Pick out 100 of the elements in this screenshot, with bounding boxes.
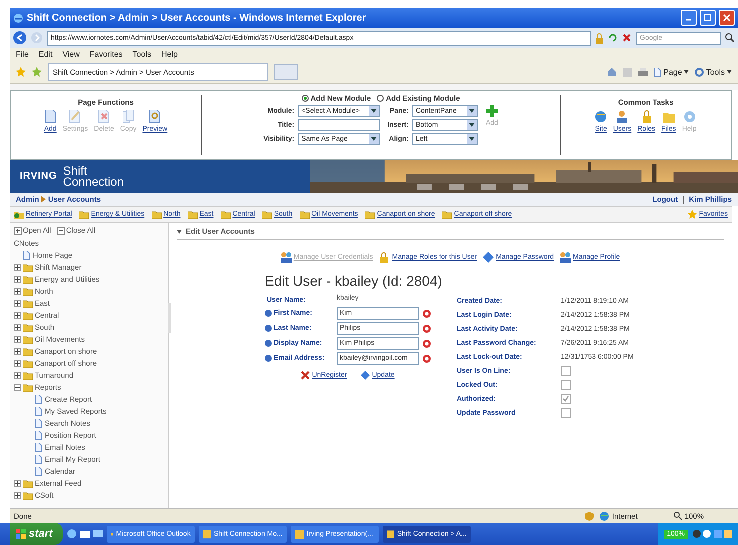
close-icon: [722, 13, 732, 23]
collapse-icon: [57, 226, 66, 234]
expander-icon[interactable]: [14, 336, 21, 342]
help-icon[interactable]: [265, 340, 272, 347]
check-icon: [563, 396, 569, 402]
delete-page-icon: [98, 110, 110, 124]
checkbox[interactable]: [561, 394, 571, 404]
back-icon[interactable]: [13, 31, 27, 45]
printer-icon[interactable]: [638, 68, 648, 76]
caret-icon: [727, 70, 732, 74]
minimize-button[interactable]: [681, 10, 697, 26]
folder-icon: [662, 110, 675, 124]
help-icon[interactable]: [265, 355, 272, 362]
start-button[interactable]: start: [10, 523, 63, 545]
page-icon: [654, 68, 662, 76]
expander-icon[interactable]: [14, 384, 21, 390]
search-icon[interactable]: [725, 33, 735, 43]
expander-icon[interactable]: [14, 264, 21, 270]
folder-icon: [220, 210, 231, 219]
zoom-icon: [674, 512, 682, 520]
caret-icon: [684, 70, 690, 74]
portal-icon: [14, 210, 24, 219]
lock-icon: [640, 110, 653, 124]
delete-icon: [301, 371, 310, 380]
checkbox[interactable]: [561, 408, 571, 418]
expander-icon[interactable]: [14, 288, 21, 294]
brand-name: Connection: [63, 176, 124, 188]
checkbox[interactable]: [561, 380, 571, 390]
users-icon: [560, 252, 572, 263]
caret-icon: [468, 123, 475, 127]
globe-icon: [595, 110, 608, 124]
logo: IRVING: [20, 171, 58, 182]
page-heading: Edit User - kbailey (Id: 2804): [265, 273, 444, 289]
checkbox[interactable]: [561, 366, 571, 376]
maximize-icon: [703, 13, 713, 23]
expander-icon[interactable]: [14, 276, 21, 282]
browser-icon: [13, 12, 24, 24]
window-title: Shift Connection > Admin > User Accounts - Windows Internet Explorer: [27, 12, 368, 24]
radio-button[interactable]: [302, 95, 309, 102]
star-icon: [688, 210, 698, 219]
users-icon: [616, 110, 628, 124]
windows-logo-icon: [16, 529, 26, 539]
plus-icon: [486, 105, 498, 117]
browser-icon[interactable]: [66, 529, 77, 539]
folder-icon: [79, 210, 90, 219]
menu-item[interactable]: Help: [161, 50, 178, 59]
caret-icon: [468, 109, 475, 113]
brand-name: Shift: [63, 166, 88, 176]
edit-page-icon: [69, 110, 82, 124]
maximize-button[interactable]: [700, 10, 716, 26]
magnifier-page-icon: [149, 110, 162, 124]
help-icon[interactable]: [265, 310, 272, 317]
input-field[interactable]: [298, 119, 380, 131]
caret-icon: [370, 109, 377, 113]
caret-icon: [177, 230, 182, 234]
lock-icon: [379, 252, 390, 263]
mail-icon[interactable]: [80, 529, 90, 539]
close-button[interactable]: [719, 10, 735, 26]
folder-icon: [188, 210, 198, 219]
star-icon[interactable]: [16, 67, 26, 77]
expander-icon[interactable]: [14, 492, 21, 498]
menu-item[interactable]: Favorites: [90, 50, 123, 59]
expander-icon[interactable]: [14, 348, 21, 354]
help-icon[interactable]: [265, 325, 272, 332]
menu-item[interactable]: View: [62, 50, 80, 59]
expander-icon[interactable]: [14, 312, 21, 318]
desktop-icon[interactable]: [92, 529, 103, 539]
caret-icon: [468, 137, 475, 141]
folder-icon: [365, 210, 376, 219]
toolbar-menu[interactable]: Tools: [706, 68, 725, 76]
menu-item[interactable]: File: [16, 50, 29, 59]
page-icon: [44, 110, 57, 124]
expander-icon[interactable]: [14, 372, 21, 378]
radio-button[interactable]: [377, 95, 384, 102]
copy-page-icon: [122, 110, 135, 124]
folder-icon: [442, 210, 452, 219]
arrow-icon: [41, 196, 46, 203]
expander-icon[interactable]: [14, 300, 21, 306]
toolbar-menu[interactable]: Page: [664, 68, 682, 76]
lock-icon: [595, 32, 604, 44]
folder-icon: [262, 210, 272, 219]
diamond-icon: [361, 371, 370, 380]
folder-icon: [300, 210, 310, 219]
expander-icon[interactable]: [14, 480, 21, 486]
expand-icon: [14, 226, 22, 234]
tray-icons-drawing: [692, 529, 732, 539]
page-icon: [23, 250, 31, 260]
expander-icon[interactable]: [14, 360, 21, 366]
refresh-icon[interactable]: [608, 33, 618, 43]
help-icon: [684, 110, 696, 124]
users-icon: [280, 252, 292, 263]
shield-icon: [585, 512, 594, 520]
folder-icon: [152, 210, 162, 219]
diamond-icon: [483, 252, 494, 263]
expander-icon[interactable]: [14, 324, 21, 330]
caret-icon: [370, 137, 377, 141]
stop-icon[interactable]: [622, 33, 632, 43]
menu-item[interactable]: Tools: [132, 50, 152, 59]
globe-icon: [600, 512, 610, 520]
menu-item[interactable]: Edit: [38, 50, 53, 59]
